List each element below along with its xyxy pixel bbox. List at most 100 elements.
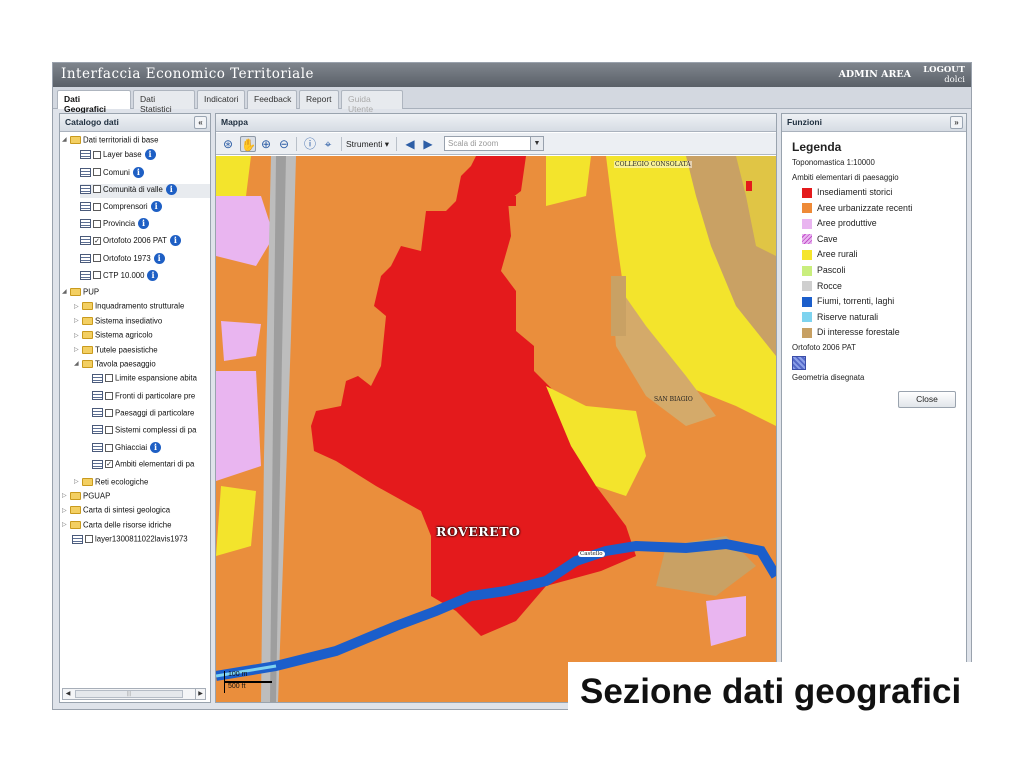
info-icon[interactable]: i [153, 252, 165, 264]
tree-node-label: layer1300811022lavis1973 [95, 534, 188, 544]
tree-folder[interactable]: ▷ Carta di sintesi geologica [62, 505, 210, 519]
layer-tree: ◢ Dati territoriali di base Layer base i Com… [60, 133, 210, 685]
layer-checkbox[interactable] [93, 219, 101, 228]
catalog-horizontal-scrollbar[interactable]: ◀ ||| ▶ [62, 688, 206, 700]
pan-hand-icon[interactable]: ✋ [240, 136, 256, 152]
tab-indicatori[interactable]: Indicatori [197, 90, 245, 109]
collapse-left-icon[interactable]: « [194, 116, 207, 129]
tree-node-label: Tavola paesaggio [95, 359, 156, 369]
expanded-arrow-icon[interactable]: ◢ [62, 136, 70, 143]
info-icon[interactable]: i [150, 201, 162, 212]
collapsed-arrow-icon[interactable]: ▷ [74, 478, 82, 485]
tab-dati-statistici[interactable]: Dati Statistici [133, 90, 195, 114]
select-features-icon[interactable]: ⌖ [320, 136, 336, 152]
map-title: Mappa [221, 117, 248, 127]
tree-layer[interactable]: Provincia i [80, 218, 210, 232]
collapsed-arrow-icon[interactable]: ▷ [74, 303, 82, 310]
legend-swatch [802, 281, 812, 292]
legend-item: Pascoli [802, 265, 845, 277]
tree-folder[interactable]: ▷ Carta delle risorse idriche [62, 520, 210, 534]
tree-folder[interactable]: ▷ PGUAP [62, 491, 210, 505]
tab-dati-geografici[interactable]: Dati Geografici [57, 90, 131, 114]
layer-checkbox[interactable] [93, 150, 101, 159]
info-icon[interactable]: i [150, 442, 162, 454]
zoom-to-extent-icon[interactable]: ⊛ [220, 136, 236, 152]
collapsed-arrow-icon[interactable]: ▷ [62, 492, 70, 499]
collapsed-arrow-icon[interactable]: ▷ [74, 346, 82, 353]
tree-folder[interactable]: ▷ Sistema insediativo [74, 316, 210, 330]
tree-layer[interactable]: Comunità di valle i [80, 183, 210, 198]
legend-item: Riserve naturali [802, 312, 878, 324]
tree-layer[interactable]: layer1300811022lavis1973 [72, 534, 210, 548]
logout-link[interactable]: LOGOUT dolci [923, 65, 965, 85]
layer-checkbox[interactable] [85, 535, 93, 544]
strumenti-label[interactable]: Strumenti [346, 139, 382, 149]
layer-checkbox[interactable] [105, 391, 113, 400]
zoom-scale-select[interactable]: Scala di zoom ▼ [444, 136, 544, 151]
info-icon[interactable]: i [138, 218, 150, 230]
logout-label[interactable]: LOGOUT [923, 65, 965, 75]
tree-layer[interactable]: CTP 10.000 i [80, 269, 210, 284]
strumenti-menu[interactable]: Strumenti ▾ [346, 139, 389, 150]
close-button[interactable]: Close [898, 391, 956, 408]
zoom-in-icon[interactable]: ⊕ [258, 136, 274, 152]
collapsed-arrow-icon[interactable]: ▷ [62, 521, 70, 528]
layer-checkbox[interactable] [93, 254, 101, 263]
tree-folder[interactable]: ◢ PUP [62, 287, 210, 301]
collapse-right-icon[interactable]: » [950, 116, 963, 129]
tree-layer[interactable]: ✓ Ambiti elementari di pa [92, 459, 210, 473]
layer-checkbox[interactable]: ✓ [93, 236, 101, 245]
expanded-arrow-icon[interactable]: ◢ [74, 360, 82, 367]
tree-layer[interactable]: Fronti di particolare pre [92, 391, 210, 405]
collapsed-arrow-icon[interactable]: ▷ [74, 317, 82, 324]
info-icon[interactable]: i [144, 149, 156, 161]
tree-layer[interactable]: Comuni i [80, 166, 210, 181]
map-canvas[interactable]: COLLEGIO CONSOLATA SAN BIAGIO ROVERETO C… [216, 156, 776, 702]
tree-layer[interactable]: ✓ Ortofoto 2006 PAT i [80, 235, 210, 249]
tree-layer[interactable]: Sistemi complessi di pa [92, 425, 210, 439]
zoom-out-icon[interactable]: ⊖ [276, 136, 292, 152]
tree-layer[interactable]: Ortofoto 1973 i [80, 252, 210, 267]
layer-checkbox[interactable] [105, 374, 113, 383]
collapsed-arrow-icon[interactable]: ▷ [62, 507, 70, 514]
info-icon[interactable]: i [165, 183, 177, 195]
tree-folder[interactable]: ▷ Sistema agricolo [74, 330, 210, 344]
forest-area [611, 276, 626, 336]
tab-report[interactable]: Report [299, 90, 339, 109]
tree-node-label: Fronti di particolare pre [115, 391, 196, 401]
chevron-down-icon[interactable]: ▼ [530, 137, 543, 150]
tree-folder[interactable]: ▷ Tutele paesistiche [74, 345, 210, 359]
tree-layer[interactable]: Layer base i [80, 149, 210, 163]
admin-area-link[interactable]: ADMIN AREA [839, 69, 911, 80]
layer-checkbox[interactable] [105, 408, 113, 417]
layer-checkbox[interactable] [93, 185, 101, 194]
tree-folder[interactable]: ◢ Dati territoriali di base [62, 135, 210, 149]
info-icon[interactable]: i [169, 235, 181, 247]
catalog-panel: Catalogo dati « ◢ Dati territoriali di ba… [59, 113, 211, 703]
info-icon[interactable]: i [132, 166, 144, 178]
tree-layer[interactable]: Ghiacciai i [92, 442, 210, 456]
layer-checkbox[interactable] [105, 443, 113, 452]
tree-layer[interactable]: Paesaggi di particolare [92, 408, 210, 422]
expanded-arrow-icon[interactable]: ◢ [62, 288, 70, 295]
layer-checkbox[interactable] [93, 271, 101, 280]
collapsed-arrow-icon[interactable]: ▷ [74, 332, 82, 339]
scroll-right-icon[interactable]: ▶ [195, 689, 205, 699]
layer-checkbox[interactable] [93, 168, 101, 177]
tree-folder[interactable]: ◢ Tavola paesaggio [74, 359, 210, 373]
info-icon[interactable]: i [147, 269, 159, 281]
previous-extent-icon[interactable]: ◀ [402, 136, 418, 152]
tree-layer[interactable]: Comprensori i [80, 201, 210, 215]
scroll-thumb[interactable]: ||| [75, 690, 183, 698]
tree-folder[interactable]: ▷ Reti ecologiche [74, 477, 210, 491]
layer-checkbox[interactable] [105, 425, 113, 434]
layer-checkbox[interactable] [93, 202, 101, 211]
next-extent-icon[interactable]: ▶ [420, 136, 436, 152]
title-bar: Interfaccia Economico Territoriale ADMIN… [53, 63, 971, 87]
tab-feedback[interactable]: Feedback [247, 90, 297, 109]
layer-checkbox[interactable]: ✓ [105, 460, 113, 469]
tree-folder[interactable]: ▷ Inquadramento strutturale [74, 301, 210, 315]
identify-icon[interactable]: ⓘ [302, 136, 318, 152]
scroll-left-icon[interactable]: ◀ [63, 689, 73, 699]
tree-layer[interactable]: Limite espansione abita [92, 373, 210, 387]
